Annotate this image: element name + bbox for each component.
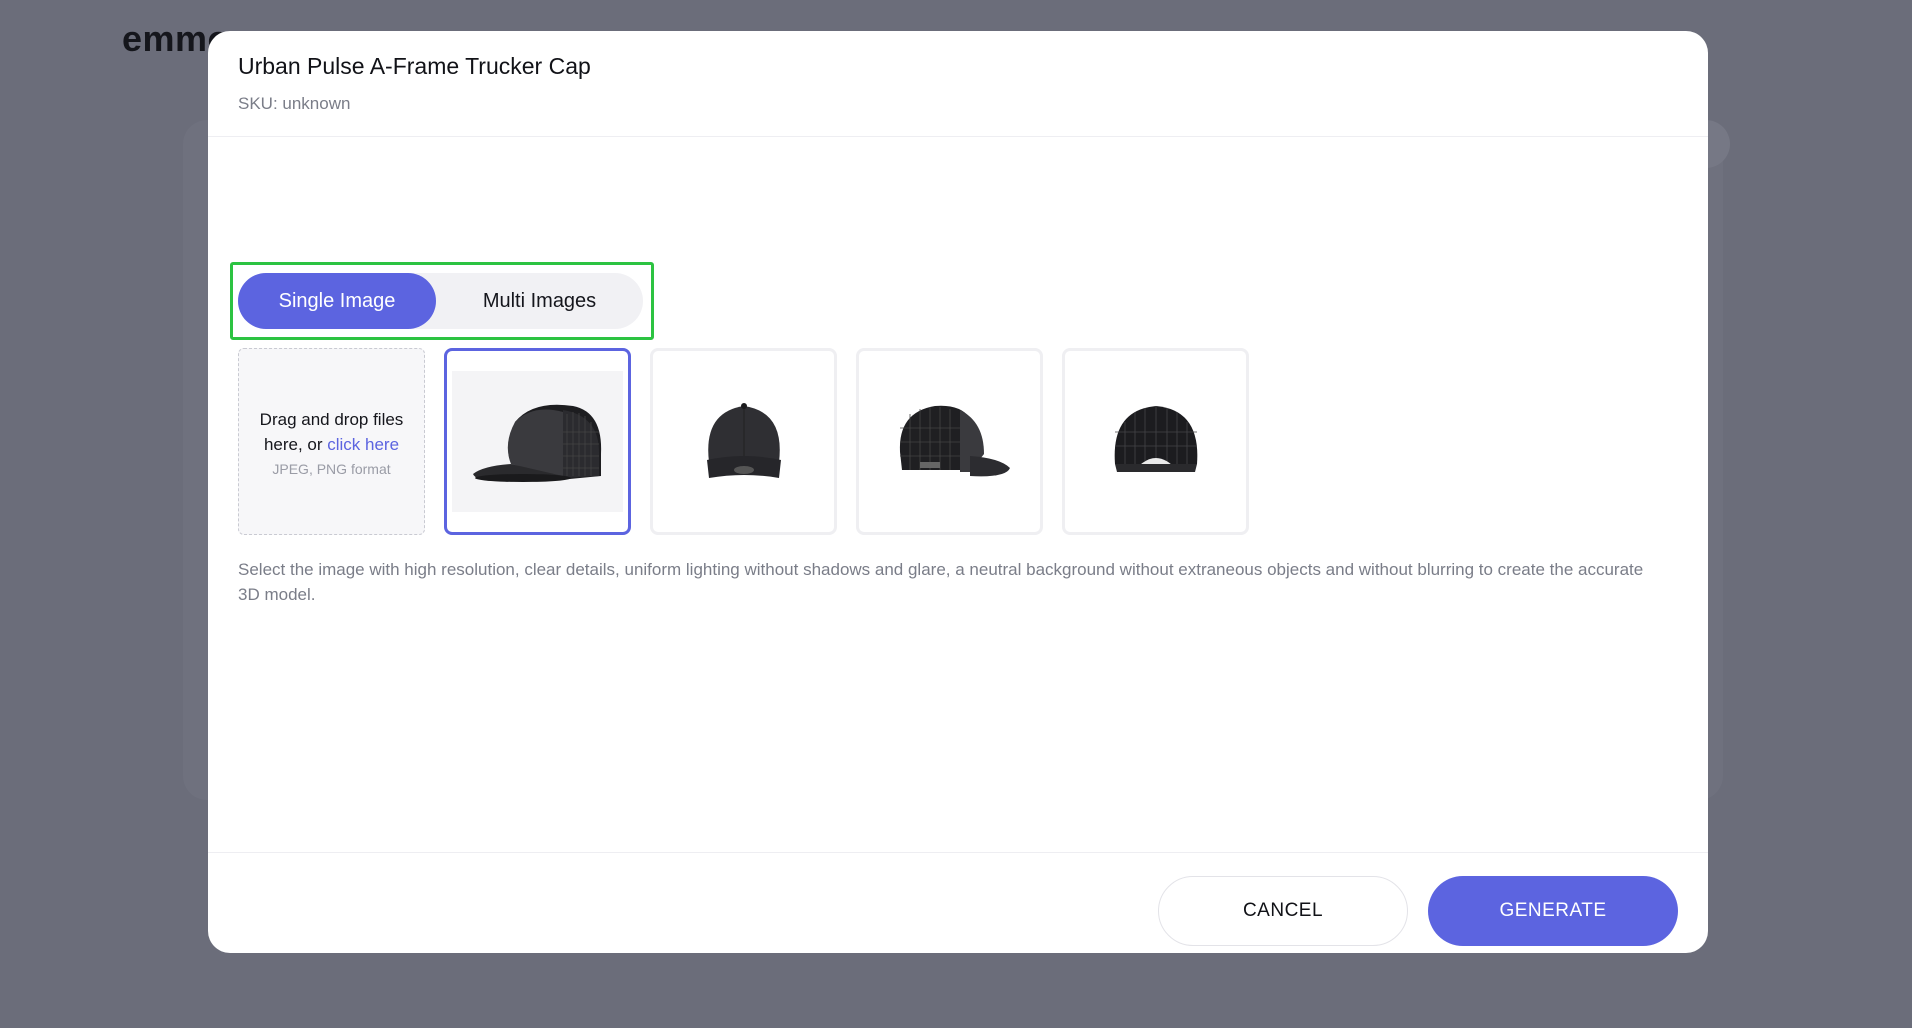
upload-dropzone[interactable]: Drag and drop files here, or click here … — [238, 348, 425, 535]
product-title: Urban Pulse A-Frame Trucker Cap — [238, 53, 591, 79]
upload-link[interactable]: click here — [327, 435, 399, 454]
cap-back-image — [1114, 405, 1197, 472]
image-mode-switch: Single Image Multi Images — [238, 273, 643, 329]
image-picker: Drag and drop files here, or click here … — [238, 348, 1249, 535]
dialog-header: Urban Pulse A-Frame Trucker Cap SKU: unk… — [208, 31, 1708, 137]
image-thumb-1[interactable] — [444, 348, 631, 535]
image-thumb-2[interactable] — [650, 348, 837, 535]
dropzone-text: Drag and drop files — [259, 409, 404, 429]
cap-side-left-image — [472, 404, 601, 482]
dialog-footer: CANCEL GENERATE — [208, 853, 1708, 953]
dropzone-text-2: here, or click here — [264, 432, 399, 457]
tab-multi-images[interactable]: Multi Images — [436, 273, 643, 329]
dropzone-format: JPEG, PNG format — [272, 460, 391, 477]
product-sku: SKU: unknown — [238, 94, 351, 113]
dropzone-prefix: here, or — [263, 434, 328, 454]
dialog-body: Single Image Multi Images Drag and drop … — [208, 137, 1708, 853]
tab-single-image[interactable]: Single Image — [238, 273, 436, 329]
cap-front-image — [706, 402, 781, 478]
generate-model-dialog: Urban Pulse A-Frame Trucker Cap SKU: unk… — [208, 31, 1708, 953]
cap-side-right-image — [899, 405, 1010, 476]
image-thumb-4[interactable] — [1062, 348, 1249, 535]
generate-button[interactable]: GENERATE — [1428, 876, 1678, 946]
cancel-button[interactable]: CANCEL — [1158, 876, 1408, 946]
image-thumb-3[interactable] — [856, 348, 1043, 535]
selection-hint: Select the image with high resolution, c… — [238, 560, 1644, 604]
